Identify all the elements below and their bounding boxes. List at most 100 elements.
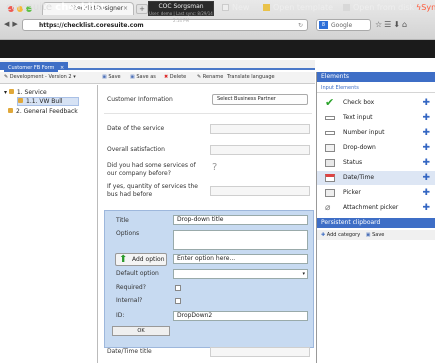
add-icon[interactable]: ✚ (422, 171, 430, 185)
new-button[interactable]: New (222, 3, 249, 12)
quantity-services-label: If yes, quantity of services the bus had … (107, 183, 198, 199)
element-status[interactable]: Status ✚ (317, 156, 435, 170)
org-status: User: demo | Last sync: 8/29/14 2:14 PM (149, 11, 213, 23)
clipboard-toolbar: ✚ Add category ▣ Save (317, 230, 435, 240)
select-business-partner-button[interactable]: Select Business Partner (212, 94, 308, 105)
add-icon[interactable]: ✚ (422, 156, 430, 170)
search-input[interactable]: 8 Google (316, 19, 371, 31)
new-label: New (232, 3, 250, 12)
id-input[interactable]: DropDown2 (173, 311, 308, 321)
input-elements-heading: Input Elements (317, 84, 435, 93)
required-checkbox[interactable] (175, 285, 181, 291)
clipboard-save-button[interactable]: ▣ Save (366, 232, 385, 238)
delete-label: Delete (169, 74, 187, 80)
save-icon: ▣ (365, 232, 371, 238)
save-button[interactable]: ▣ Save (102, 72, 121, 83)
add-category-button[interactable]: ✚ Add category (321, 232, 360, 238)
element-attachment-picker[interactable]: ⌀ Attachment picker ✚ (317, 201, 435, 215)
open-disk-button[interactable]: Open from disk (343, 3, 414, 12)
element-label: Attachment picker (343, 204, 399, 211)
previous-services-line1: Did you had some services of (107, 162, 196, 169)
tree-item-service[interactable]: ▾ 1. Service (4, 89, 47, 96)
add-option-button[interactable]: ⬆ Add option (115, 253, 167, 266)
options-list[interactable] (173, 230, 308, 250)
element-date-time[interactable]: Date/Time ✚ (317, 171, 435, 185)
new-tab-button[interactable]: + (136, 4, 148, 14)
element-text-input[interactable]: Text input ✚ (317, 111, 435, 125)
add-icon[interactable]: ✚ (422, 111, 430, 125)
element-label: Picker (343, 189, 361, 196)
tab-customer-form[interactable]: Customer FB Form × (0, 62, 69, 72)
google-icon: 8 (319, 21, 328, 29)
home-icon[interactable]: ⌂ (402, 20, 409, 29)
version-selector[interactable]: ✎ Development - Version 2 ▾ (4, 72, 76, 83)
date-service-label: Date of the service (107, 125, 165, 132)
tree-item-vw-bull[interactable]: 1.1. VW Bull (17, 97, 79, 106)
customer-info-label: Customer Information (107, 96, 173, 103)
elements-header: Elements (317, 72, 435, 82)
close-tab-icon[interactable]: × (123, 3, 128, 15)
id-label: ID: (116, 312, 125, 319)
nav-buttons: ◀ ▶ (4, 20, 18, 28)
element-label: Check box (343, 99, 375, 106)
download-icon[interactable]: ⬇ (393, 20, 402, 29)
org-selector[interactable]: COC Sorgsman User: demo | Last sync: 8/2… (148, 1, 214, 23)
pencil-icon: ✎ (4, 74, 9, 80)
sync-button[interactable]: ϟSynchro (416, 3, 435, 12)
save-as-label: Save as (136, 74, 156, 80)
chevron-down-icon: ▾ (302, 271, 305, 277)
required-label: Required? (116, 284, 146, 291)
browser-toolbar-icons: ☆☰⬇⌂ (375, 20, 409, 29)
open-template-button[interactable]: Open template (263, 3, 333, 12)
default-option-label: Default option (116, 270, 159, 277)
version-label: Development - Version 2 (9, 74, 72, 80)
add-icon[interactable]: ✚ (422, 186, 430, 200)
reload-icon[interactable]: ↻ (298, 20, 303, 31)
element-drop-down[interactable]: Drop-down ✚ (317, 141, 435, 155)
title-input[interactable]: Drop-down title (173, 215, 308, 225)
tree-item-general-feedback[interactable]: 2. General Feedback (8, 108, 78, 115)
quantity-services-line1: If yes, quantity of services the (107, 183, 198, 190)
brand-checklist: checklist (55, 2, 106, 13)
open-disk-label: Open from disk (353, 3, 415, 12)
delete-icon: ✖ (164, 74, 169, 80)
back-icon[interactable]: ◀ (4, 20, 9, 28)
default-option-select[interactable]: ▾ (173, 269, 308, 279)
add-icon[interactable]: ✚ (422, 126, 430, 140)
help-icon[interactable]: ? (212, 163, 217, 173)
add-icon[interactable]: ✚ (422, 96, 430, 110)
overall-satisfaction-field[interactable] (210, 145, 310, 155)
bookmarks-icon[interactable]: ☰ (384, 20, 393, 29)
rename-button[interactable]: ✎ Rename (197, 72, 223, 83)
translate-button[interactable]: Translate language (227, 72, 275, 83)
forward-icon[interactable]: ▶ (12, 20, 17, 28)
option-input[interactable]: Enter option here... (173, 254, 308, 264)
element-label: Date/Time (343, 174, 375, 181)
add-icon[interactable]: ✚ (422, 141, 430, 155)
paperclip-icon: ⌀ (325, 203, 331, 213)
date-time-field[interactable] (210, 347, 310, 357)
add-icon[interactable]: ✚ (422, 201, 430, 215)
form-tab-label: Customer FB Form (4, 64, 59, 72)
rename-icon: ✎ (197, 74, 202, 80)
page-icon (18, 98, 23, 103)
star-icon[interactable]: ☆ (375, 20, 384, 29)
internal-checkbox[interactable] (175, 298, 181, 304)
ok-button[interactable]: OK (112, 326, 170, 336)
quantity-services-line2: bus had before (107, 191, 153, 198)
quantity-services-field[interactable] (210, 186, 310, 196)
element-check-box[interactable]: ✔ Check box ✚ (317, 96, 435, 110)
divider (104, 113, 312, 114)
add-option-label: Add option (132, 256, 165, 263)
text-input-icon (325, 116, 335, 120)
clipboard-header: Persistent clipboard (317, 218, 435, 228)
save-as-button[interactable]: ▣ Save as (130, 72, 156, 83)
element-picker[interactable]: Picker ✚ (317, 186, 435, 200)
save-label: Save (108, 74, 121, 80)
delete-button[interactable]: ✖ Delete (164, 72, 186, 83)
tree-item-label: 1.1. VW Bull (26, 98, 63, 105)
section-tree (0, 85, 98, 363)
element-number-input[interactable]: Number input ✚ (317, 126, 435, 140)
date-service-field[interactable] (210, 124, 310, 134)
page-icon (8, 108, 13, 113)
